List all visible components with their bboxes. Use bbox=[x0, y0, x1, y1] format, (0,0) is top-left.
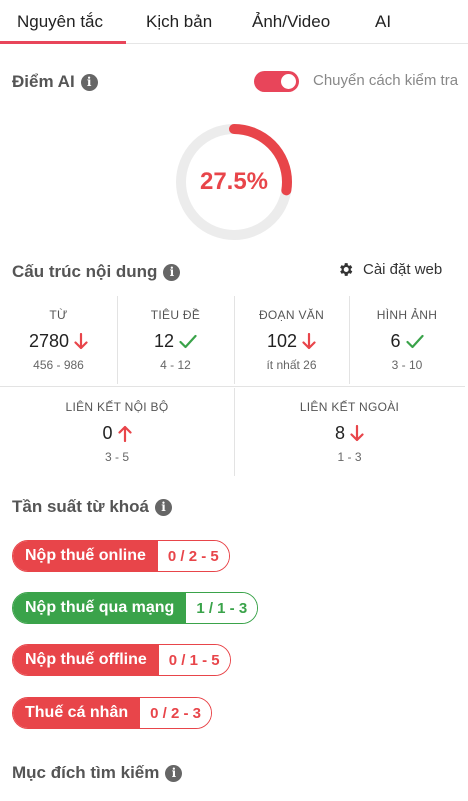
stat-value-row: 8 bbox=[234, 423, 465, 444]
stat-label: ĐOẠN VĂN bbox=[258, 308, 325, 322]
arrow-down-icon bbox=[350, 425, 364, 442]
tab-bar: Nguyên tắc Kịch bản Ảnh/Video AI bbox=[0, 0, 468, 44]
tab-guidelines[interactable]: Nguyên tắc bbox=[17, 12, 103, 32]
check-mode-toggle[interactable] bbox=[254, 71, 299, 92]
arrow-down-icon bbox=[302, 333, 316, 350]
keyword-name: Nộp thuế qua mạng bbox=[13, 593, 187, 623]
check-icon bbox=[405, 334, 424, 349]
content-structure-heading: Cấu trúc nội dung i bbox=[12, 262, 181, 282]
search-intent-heading: Mục đích tìm kiếm i bbox=[12, 763, 183, 783]
stat-value: 2780 bbox=[28, 331, 70, 351]
stat-range: 4 - 12 bbox=[160, 358, 191, 372]
tab-ai[interactable]: AI bbox=[375, 12, 391, 32]
stat-label: LIÊN KẾT NGOÀI bbox=[299, 400, 400, 414]
tab-script[interactable]: Kịch bản bbox=[146, 12, 212, 32]
stat-range: 3 - 10 bbox=[391, 358, 423, 372]
arrow-up-icon bbox=[117, 425, 132, 442]
stat-value: 102 bbox=[266, 331, 298, 351]
toggle-knob bbox=[281, 74, 296, 89]
search-intent-title: Mục đích tìm kiếm bbox=[12, 763, 160, 782]
stat-label: LIÊN KẾT NỘI BỘ bbox=[65, 400, 169, 414]
keyword-count: 0 / 1 - 5 bbox=[158, 645, 230, 675]
stat-value-row: 0 bbox=[0, 423, 234, 444]
stat-range: 3 - 5 bbox=[104, 450, 129, 464]
web-settings-label: Cài đặt web bbox=[363, 261, 443, 278]
arrow-down-icon bbox=[74, 333, 88, 350]
ai-score-percent: 27.5% bbox=[199, 168, 269, 195]
stat-range: 1 - 3 bbox=[337, 450, 362, 464]
stat-label: HÌNH ẢNH bbox=[376, 308, 438, 322]
info-icon[interactable]: i bbox=[165, 764, 183, 782]
stat-value-row: 2780 bbox=[0, 331, 117, 352]
stat-label: TIÊU ĐỀ bbox=[150, 308, 201, 322]
stat-headings: TIÊU ĐỀ 12 4 - 12 bbox=[117, 308, 234, 372]
stat-value-row: 12 bbox=[117, 331, 234, 352]
tab-image-video[interactable]: Ảnh/Video bbox=[252, 12, 330, 32]
content-structure-title: Cấu trúc nội dung bbox=[12, 262, 158, 281]
stat-value: 12 bbox=[153, 331, 175, 351]
keyword-pill[interactable]: Nộp thuế offline 0 / 1 - 5 bbox=[12, 644, 231, 676]
stat-images: HÌNH ẢNH 6 3 - 10 bbox=[349, 308, 465, 372]
stat-label: TỪ bbox=[49, 308, 68, 322]
stat-value: 0 bbox=[102, 423, 113, 443]
keyword-count: 0 / 2 - 5 bbox=[157, 541, 229, 571]
info-icon[interactable]: i bbox=[155, 498, 172, 516]
keyword-pill[interactable]: Nộp thuế qua mạng 1 / 1 - 3 bbox=[12, 592, 259, 624]
info-icon[interactable]: i bbox=[80, 73, 98, 91]
gear-icon bbox=[340, 263, 353, 276]
keyword-frequency-heading: Tần suất từ khoá i bbox=[12, 497, 172, 517]
info-icon[interactable]: i bbox=[163, 263, 181, 281]
divider bbox=[0, 386, 465, 387]
stat-external-links: LIÊN KẾT NGOÀI 8 1 - 3 bbox=[234, 400, 465, 464]
check-mode-label: Chuyển cách kiểm tra bbox=[313, 72, 459, 89]
stat-value-row: 102 bbox=[234, 331, 349, 352]
stat-internal-links: LIÊN KẾT NỘI BỘ 0 3 - 5 bbox=[0, 400, 234, 464]
ai-score-title: Điểm AI bbox=[12, 72, 75, 91]
stat-range: ít nhất 26 bbox=[266, 358, 317, 372]
check-icon bbox=[179, 334, 197, 349]
stat-paragraphs: ĐOẠN VĂN 102 ít nhất 26 bbox=[234, 308, 349, 372]
keyword-count: 1 / 1 - 3 bbox=[186, 593, 258, 623]
stat-words: TỪ 2780 456 - 986 bbox=[0, 308, 117, 372]
keyword-name: Thuế cá nhân bbox=[13, 698, 141, 728]
keyword-name: Nộp thuế offline bbox=[13, 645, 159, 675]
stat-value: 8 bbox=[334, 423, 345, 443]
keyword-pill[interactable]: Thuế cá nhân 0 / 2 - 3 bbox=[12, 697, 212, 729]
stat-value-row: 6 bbox=[349, 331, 465, 352]
keyword-frequency-title: Tần suất từ khoá bbox=[12, 497, 149, 516]
keyword-pill[interactable]: Nộp thuế online 0 / 2 - 5 bbox=[12, 540, 230, 572]
active-tab-indicator bbox=[0, 41, 126, 44]
ai-score-heading: Điểm AI i bbox=[12, 72, 98, 92]
web-settings-button[interactable]: Cài đặt web bbox=[337, 261, 442, 278]
stat-value: 6 bbox=[390, 331, 401, 351]
stat-range: 456 - 986 bbox=[33, 358, 84, 372]
keyword-name: Nộp thuế online bbox=[13, 541, 158, 571]
keyword-count: 0 / 2 - 3 bbox=[140, 698, 211, 728]
